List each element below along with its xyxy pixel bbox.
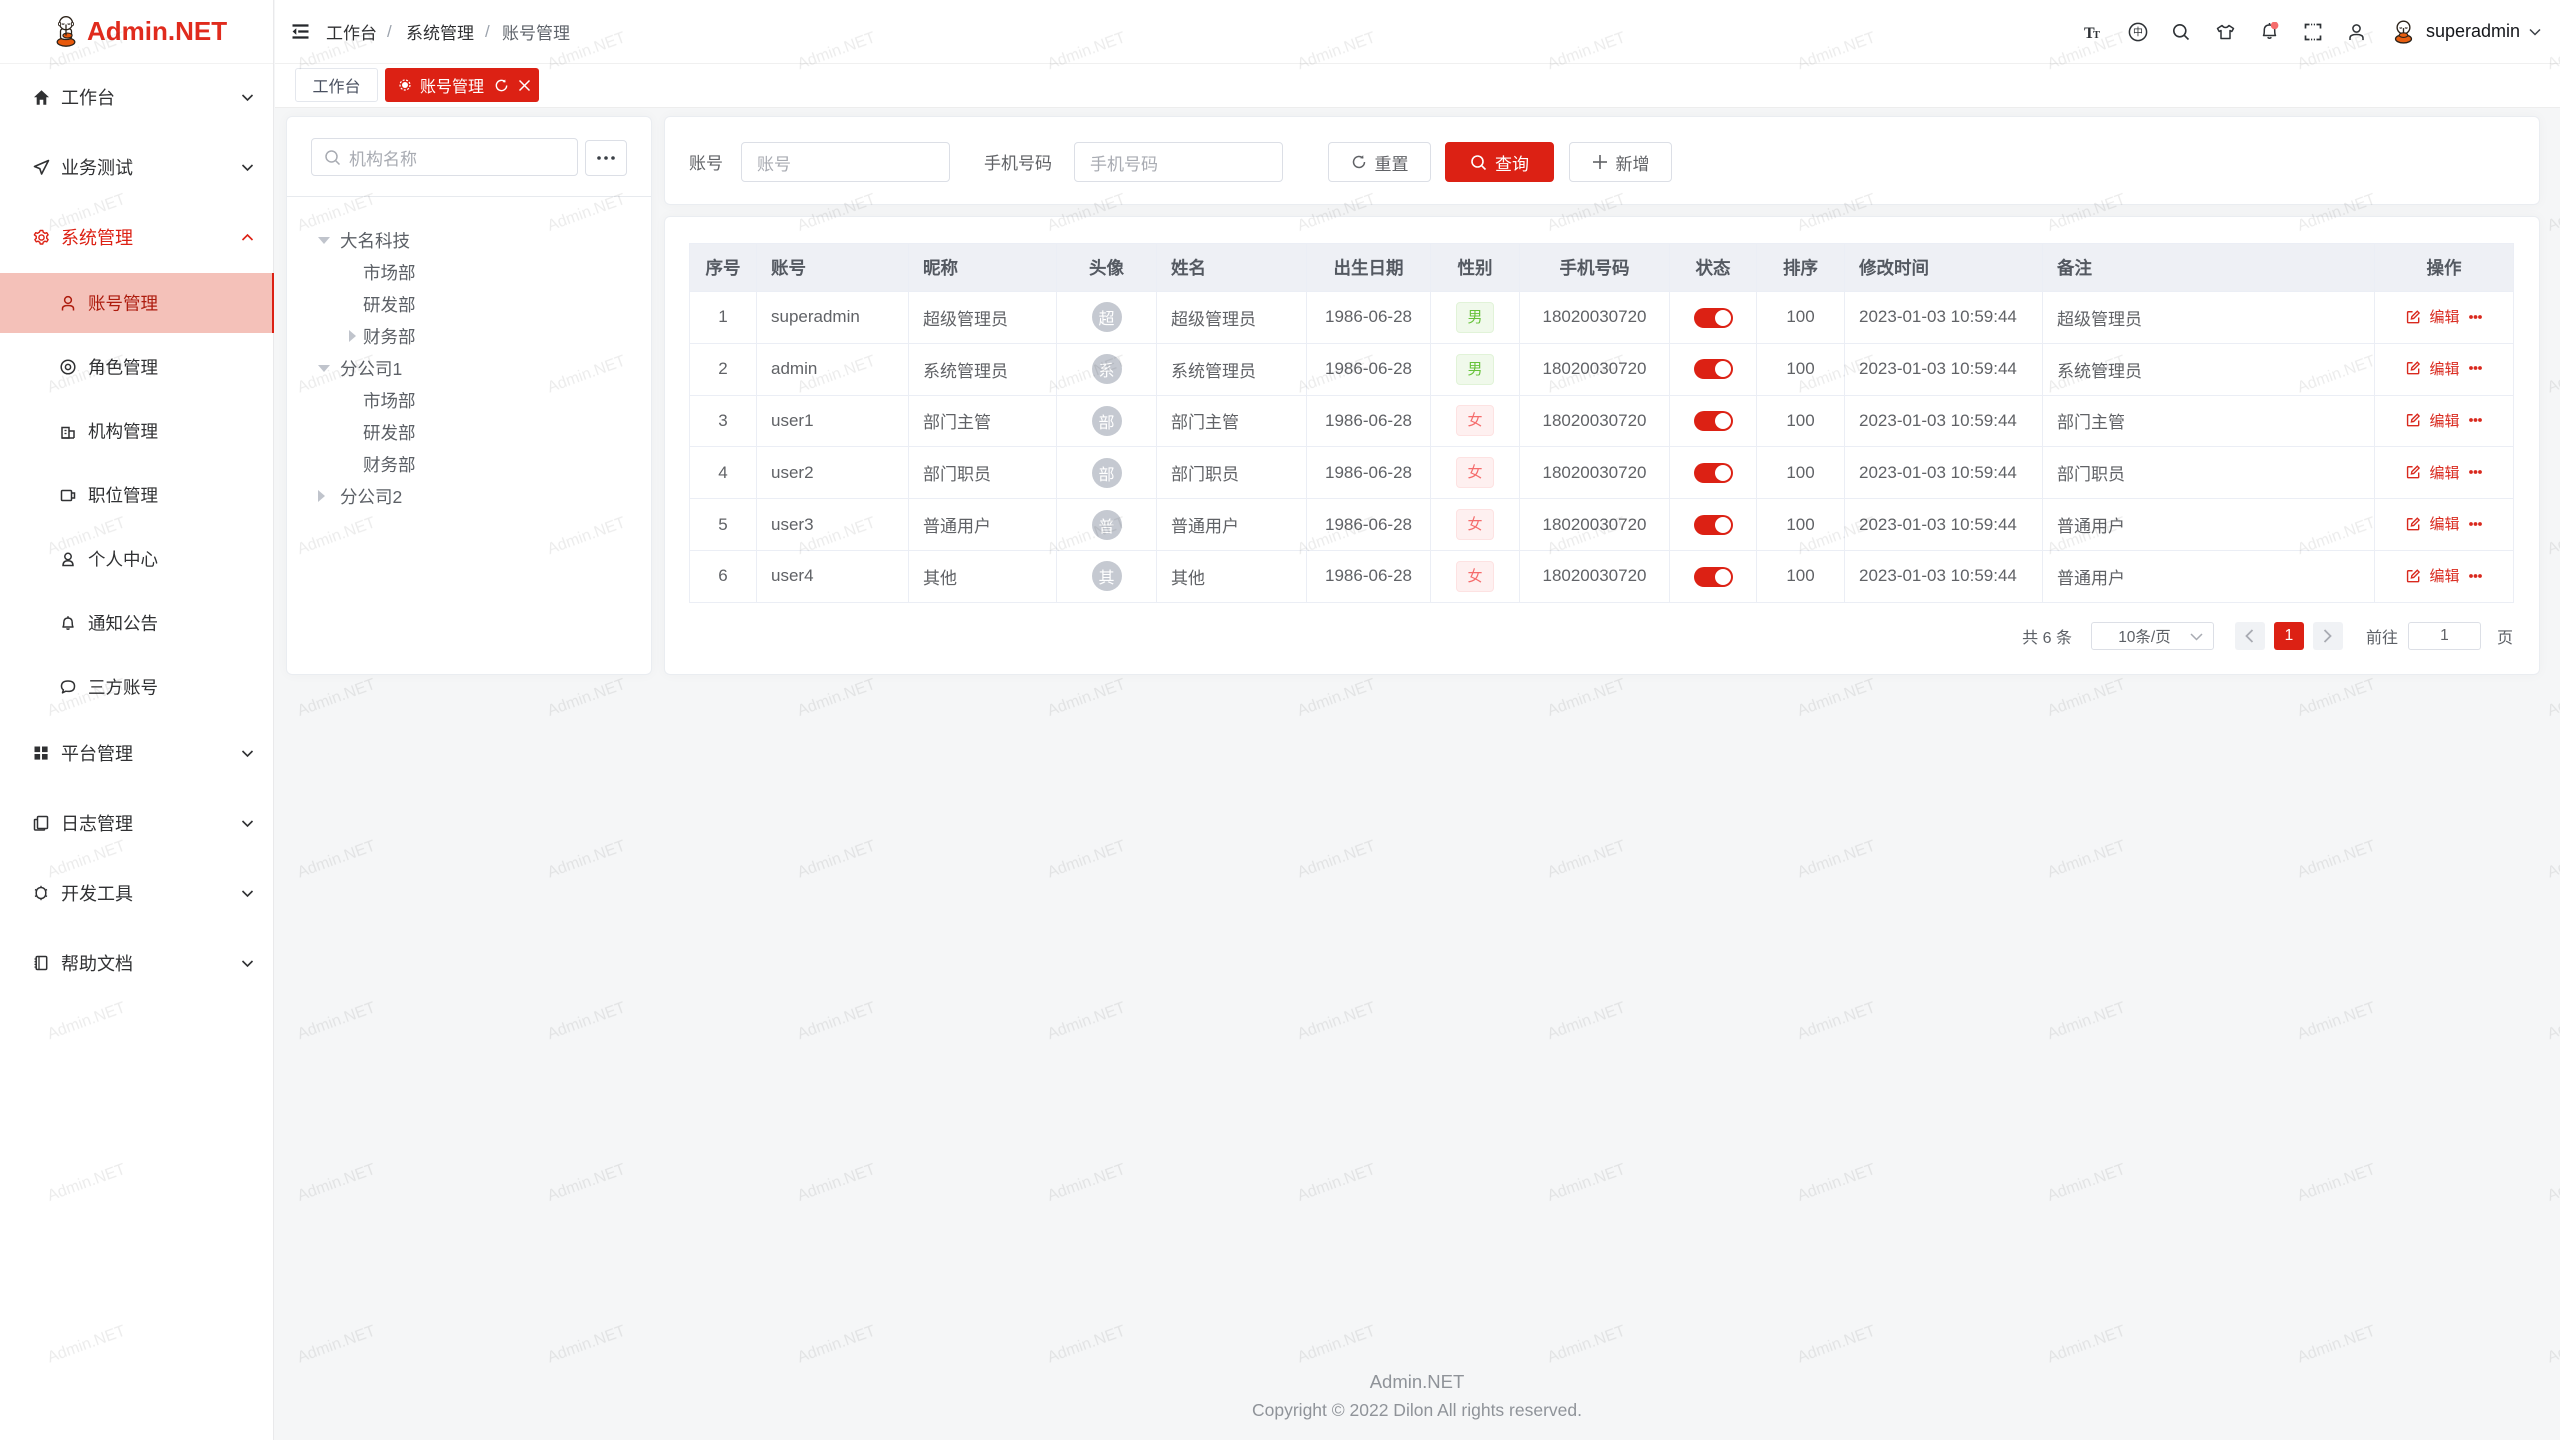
svg-text:中: 中 [2133,25,2143,38]
svg-text:T: T [2093,30,2100,41]
